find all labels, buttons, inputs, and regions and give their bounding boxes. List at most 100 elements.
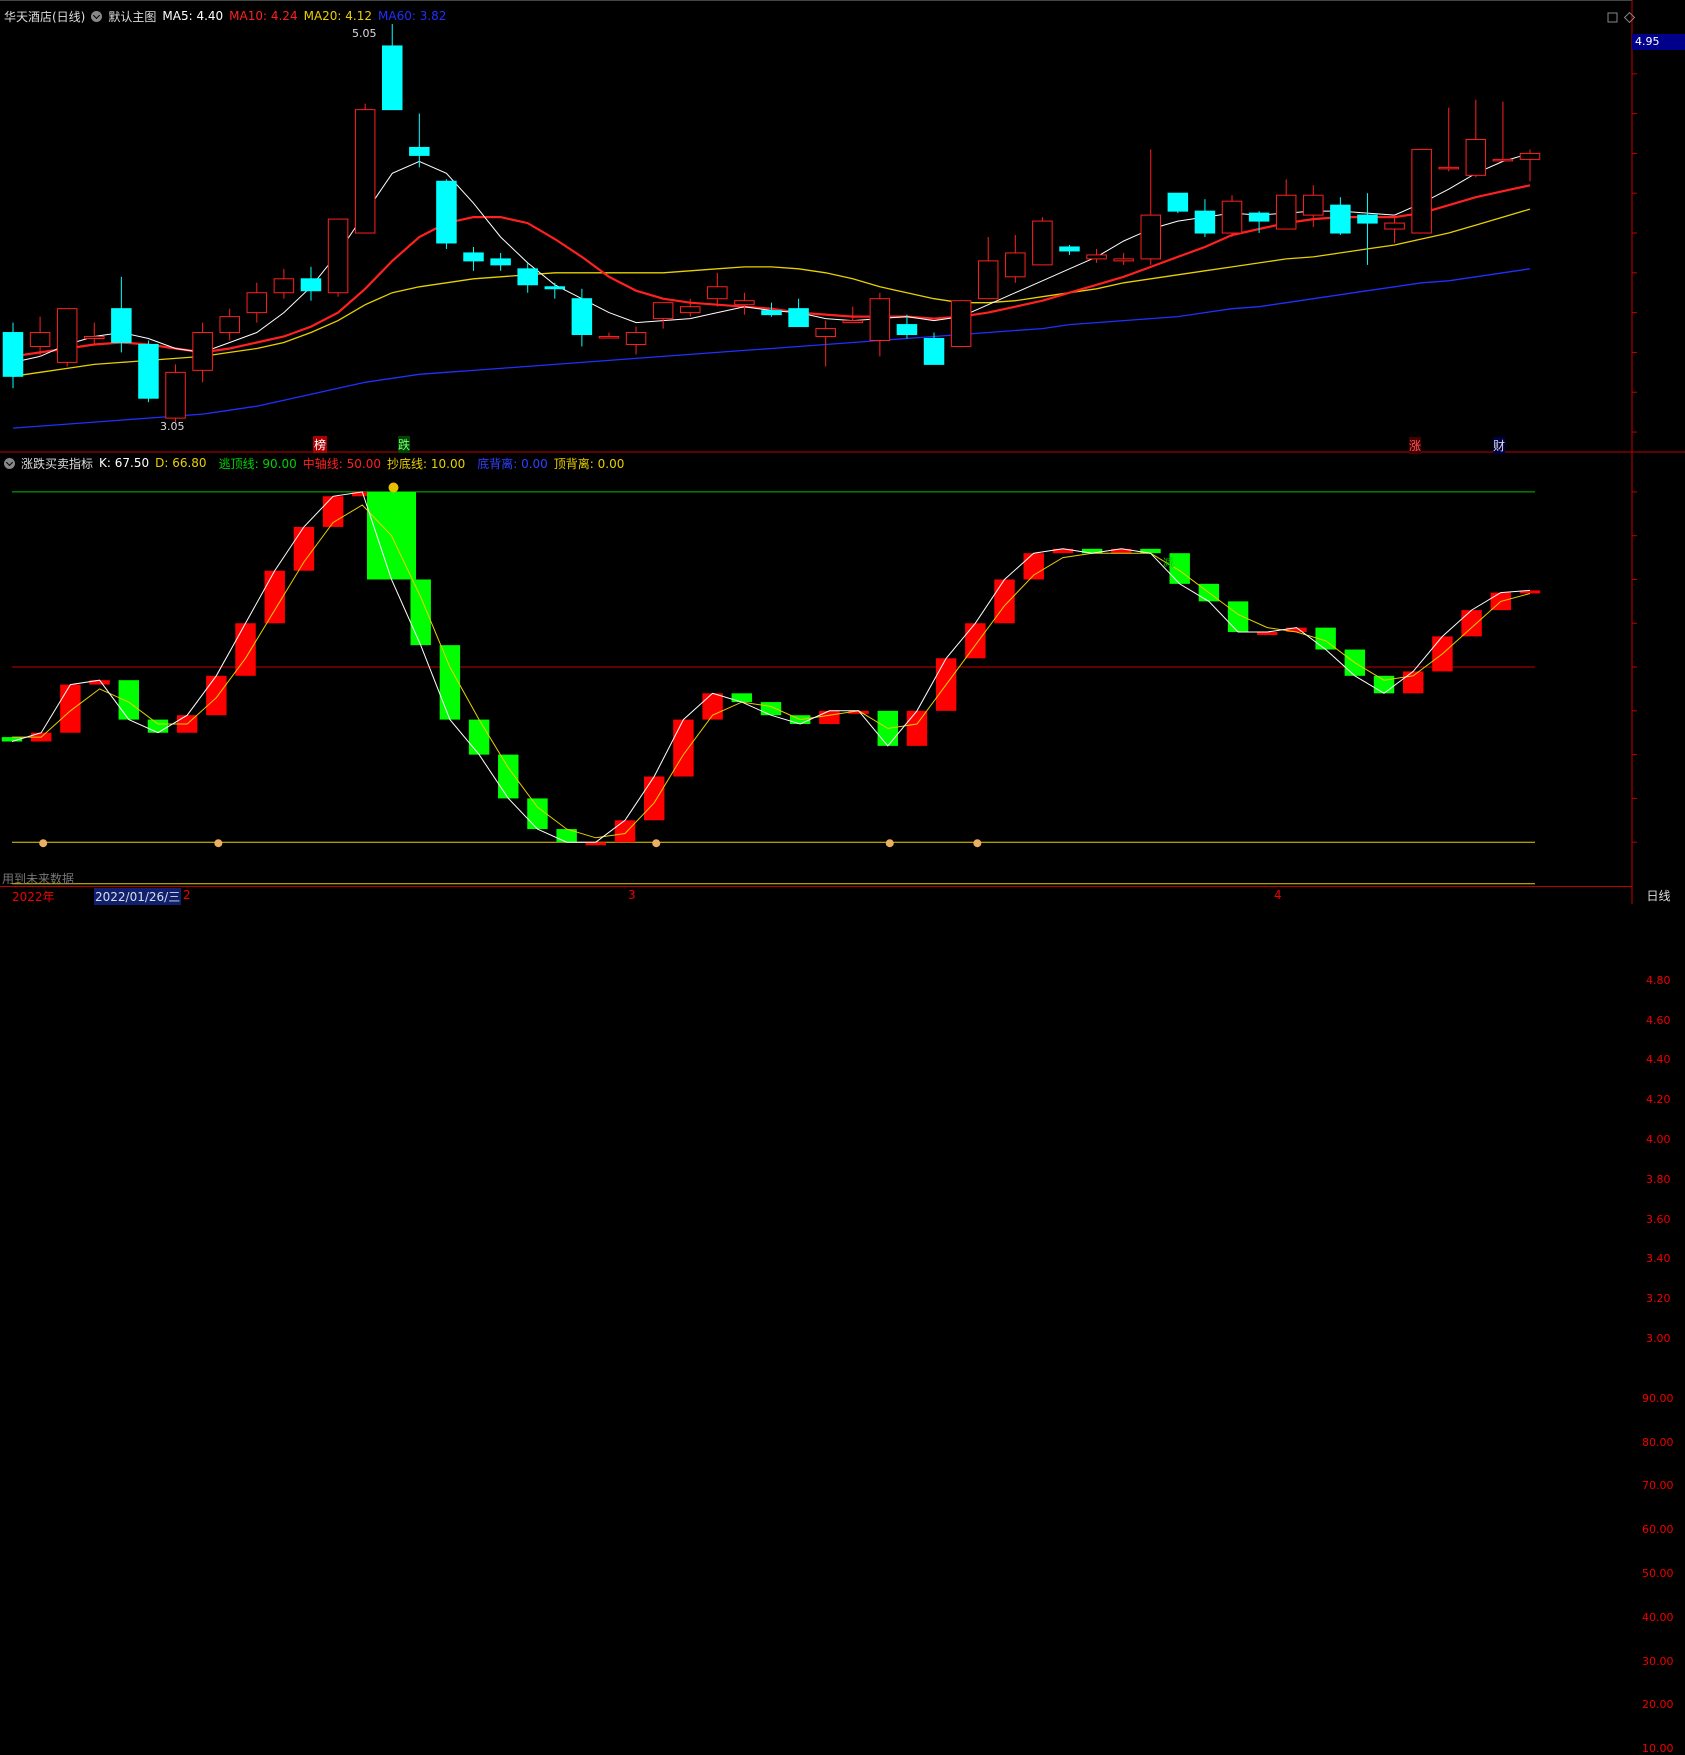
indicator-dropdown-icon[interactable] [4, 457, 15, 469]
indicator-bar [819, 710, 840, 724]
candle-body [950, 300, 972, 347]
indicator-bar [760, 702, 782, 716]
candle-body [29, 332, 51, 347]
candle-body [1194, 210, 1216, 234]
indicator-bar [468, 719, 490, 755]
main-y-tick-label: 4.60 [1646, 1013, 1671, 1027]
ma10-label: MA10: 4.24 [229, 9, 298, 23]
main-chart-header: 华天酒店(日线) 默认主图 MA5: 4.40 MA10: 4.24 MA20:… [4, 7, 446, 25]
candle-body [1275, 194, 1297, 230]
indicator-bar [1461, 610, 1482, 637]
high-price-label: 5.05 [352, 27, 377, 40]
buy-hand-icon [652, 839, 661, 848]
stock-name[interactable]: 华天酒店(日线) [4, 8, 85, 25]
indicator-bar [264, 570, 285, 624]
candle-body [517, 268, 538, 286]
ma20-line [12, 208, 1531, 377]
candle-body [84, 336, 105, 340]
indicator-bar [293, 526, 315, 571]
buy-hand-icon [885, 839, 894, 848]
candle-body [300, 278, 322, 292]
main-y-tick-label: 3.00 [1646, 1332, 1671, 1346]
indicator-bar [410, 579, 431, 646]
indicator-bar [1373, 675, 1395, 694]
candle-body [165, 371, 186, 419]
main-y-tick-label: 4.20 [1646, 1093, 1671, 1107]
buy-hand-icon [39, 839, 48, 848]
candle-body [1492, 158, 1514, 162]
candle-body [1086, 254, 1107, 260]
chart-svg [0, 0, 1685, 904]
ind-y-tick-label: 40.00 [1642, 1610, 1674, 1624]
candle-body [354, 109, 376, 234]
candle-body [598, 336, 620, 339]
main-y-tick-label: 3.40 [1646, 1252, 1671, 1266]
candle-body [2, 332, 24, 377]
candle-body [1059, 246, 1080, 252]
indicator-bar [1227, 601, 1249, 633]
candle-body [734, 300, 755, 306]
bottom-line-value: 抄底线: 10.00 [387, 456, 466, 471]
candle-body [707, 286, 728, 300]
collapse-diamond-icon [1623, 11, 1636, 24]
candle-body [1113, 258, 1134, 262]
ind-y-tick-label: 10.00 [1642, 1742, 1674, 1755]
template-label[interactable]: 默认主图 [108, 8, 156, 25]
main-y-tick-label: 3.80 [1646, 1172, 1671, 1186]
period-button[interactable]: 日线 [1632, 888, 1685, 904]
bottom-div-value: 底背离: 0.00 [477, 456, 548, 471]
indicator-bar [994, 579, 1015, 624]
main-y-tick-label: 3.20 [1646, 1292, 1671, 1306]
settings-square-icon [1607, 12, 1618, 23]
mid-line-value: 中轴线: 50.00 [302, 456, 381, 471]
template-dropdown-icon[interactable] [91, 10, 103, 22]
indicator-bar [439, 645, 461, 720]
escape-top-value: 逃顶线: 90.00 [218, 456, 297, 471]
candle-body [56, 308, 78, 363]
indicator-bar [527, 798, 548, 830]
candle-body [1357, 214, 1378, 224]
candle-body [869, 298, 891, 341]
main-y-tick-label: 4.40 [1646, 1053, 1671, 1067]
candle-body [923, 338, 945, 365]
indicator-name[interactable]: 涨跌买卖指标 [21, 455, 93, 472]
month-4-label: 4 [1274, 888, 1282, 902]
candle-body [842, 320, 864, 324]
month-2-label: 2 [183, 888, 191, 902]
event-marker-zhang[interactable]: 涨 [1409, 437, 1422, 454]
indicator-bar [206, 675, 227, 716]
indicator-bar [118, 680, 139, 720]
candle-body [625, 332, 647, 345]
candle-body [815, 328, 836, 338]
event-marker-die[interactable]: 跌 [398, 436, 411, 453]
ind-y-tick-label: 90.00 [1642, 1391, 1674, 1405]
indicator-bar [673, 719, 694, 777]
candle-body [192, 332, 213, 371]
time-axis: 2022年 2022/01/26/三 2 3 4 [0, 886, 1632, 905]
candle-body [896, 324, 918, 336]
event-marker-cai[interactable]: 财 [1493, 437, 1506, 454]
low-price-label: 3.05 [160, 420, 185, 433]
ma20-label: MA20: 4.12 [303, 9, 373, 23]
buy-hand-icon [973, 839, 982, 848]
candle-body [1465, 138, 1487, 176]
candle-body [436, 180, 457, 244]
year-label: 2022年 [12, 890, 55, 904]
candle-body [1005, 252, 1026, 278]
candle-body [219, 316, 240, 334]
ma60-line [12, 268, 1531, 429]
main-y-tick-label: 4.00 [1646, 1133, 1671, 1147]
indicator-bar [498, 754, 519, 799]
k-value: K: 67.50 [99, 456, 150, 470]
candle-body [463, 252, 484, 262]
indicator-header: 涨跌买卖指标 K: 67.50 D: 66.80 逃顶线: 90.00 中轴线:… [4, 454, 624, 472]
future-data-note: 用到未来数据 [2, 872, 75, 886]
candle-body [1032, 220, 1053, 266]
current-price-tag: 4.95 [1632, 34, 1685, 50]
ind-y-tick-label: 60.00 [1642, 1523, 1674, 1537]
month-3-label: 3 [628, 888, 636, 902]
event-marker-bang[interactable]: 榜 [313, 436, 328, 453]
ma60-label: MA60: 3.82 [378, 9, 447, 23]
sell-face-icon [388, 482, 399, 493]
candle-body [679, 306, 701, 314]
